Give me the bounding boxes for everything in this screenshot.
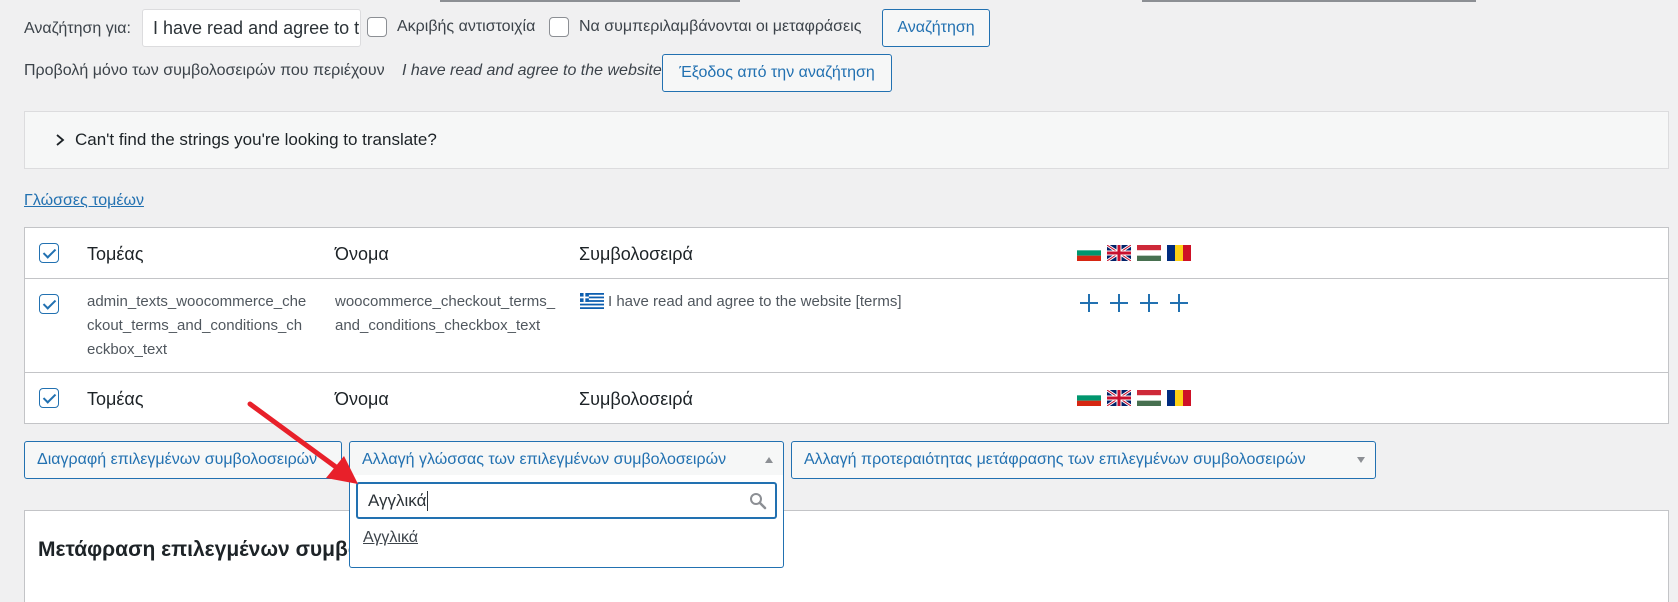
strings-table: Τομέας Όνομα Συμβολοσειρά admin_texts_wo… <box>24 227 1669 424</box>
top-divider <box>440 0 740 2</box>
search-button[interactable]: Αναζήτηση <box>882 9 990 47</box>
row-string: I have read and agree to the website [te… <box>608 293 902 310</box>
exact-match-checkbox[interactable] <box>367 17 387 37</box>
bulgaria-flag-icon[interactable] <box>1077 390 1101 406</box>
select-all-checkbox-footer[interactable] <box>39 388 59 408</box>
add-translation-bulgarian-icon[interactable] <box>1078 292 1100 314</box>
search-icon <box>750 493 767 510</box>
cant-find-strings-label: Can't find the strings you're looking to… <box>75 130 437 149</box>
row-domain: admin_texts_woocommerce_checkout_terms_a… <box>87 293 307 358</box>
exact-match-label: Ακριβής αντιστοιχία <box>397 18 536 35</box>
uk-flag-icon[interactable] <box>1107 390 1131 406</box>
add-translation-romanian-icon[interactable] <box>1168 292 1190 314</box>
romania-flag-icon[interactable] <box>1167 245 1191 261</box>
column-footer-domain: Τομέας <box>87 389 144 409</box>
search-label: Αναζήτηση για: <box>24 20 131 37</box>
hungary-flag-icon[interactable] <box>1137 245 1161 261</box>
row-name: woocommerce_checkout_terms_and_condition… <box>335 293 556 334</box>
search-input[interactable]: I have read and agree to the website <box>142 9 361 47</box>
exit-search-button[interactable]: Έξοδος από την αναζήτηση <box>662 54 892 92</box>
bulgaria-flag-icon[interactable] <box>1077 245 1101 261</box>
column-footer-string: Συμβολοσειρά <box>579 389 693 409</box>
filter-notice-term: I have read and agree to the website <box>402 62 662 79</box>
change-language-select[interactable]: Αλλαγή γλώσσας των επιλεγμένων συμβολοσε… <box>349 441 784 479</box>
select-all-checkbox[interactable] <box>39 243 59 263</box>
romania-flag-icon[interactable] <box>1167 390 1191 406</box>
uk-flag-icon[interactable] <box>1107 245 1131 261</box>
change-language-select-label: Αλλαγή γλώσσας των επιλεγμένων συμβολοσε… <box>362 451 727 468</box>
hungary-flag-icon[interactable] <box>1137 390 1161 406</box>
annotation-arrow-icon <box>247 401 358 484</box>
table-divider <box>25 372 1668 373</box>
include-translations-checkbox[interactable] <box>549 17 569 37</box>
caret-up-icon <box>765 457 773 463</box>
column-header-domain: Τομέας <box>87 244 144 264</box>
domain-languages-link[interactable]: Γλώσσες τομέων <box>24 192 144 210</box>
column-header-name: Όνομα <box>335 244 389 264</box>
add-translation-english-icon[interactable] <box>1108 292 1130 314</box>
cant-find-strings-toggle[interactable]: Can't find the strings you're looking to… <box>24 111 1669 169</box>
add-translation-hungarian-icon[interactable] <box>1138 292 1160 314</box>
top-divider <box>1142 0 1476 2</box>
include-translations-label: Να συμπεριλαμβάνονται οι μεταφράσεις <box>579 18 862 35</box>
language-search-input[interactable]: Αγγλικά <box>356 482 777 519</box>
change-priority-select-label: Αλλαγή προτεραιότητας μετάφρασης των επι… <box>804 451 1306 468</box>
greece-flag-icon <box>580 293 604 309</box>
language-option[interactable]: Αγγλικά <box>363 529 418 547</box>
table-divider <box>25 278 1668 279</box>
column-header-string: Συμβολοσειρά <box>579 244 693 264</box>
translate-selected-section: Μετάφραση επιλεγμένων συμβολοσειρών <box>24 510 1669 602</box>
chevron-right-icon <box>56 134 65 146</box>
language-dropdown-panel: Αγγλικά Αγγλικά <box>349 475 784 568</box>
caret-down-icon <box>1357 457 1365 463</box>
row-checkbox[interactable] <box>39 294 59 314</box>
filter-notice-prefix: Προβολή μόνο των συμβολοσειρών που περιέ… <box>24 62 385 79</box>
change-priority-select[interactable]: Αλλαγή προτεραιότητας μετάφρασης των επι… <box>791 441 1376 479</box>
